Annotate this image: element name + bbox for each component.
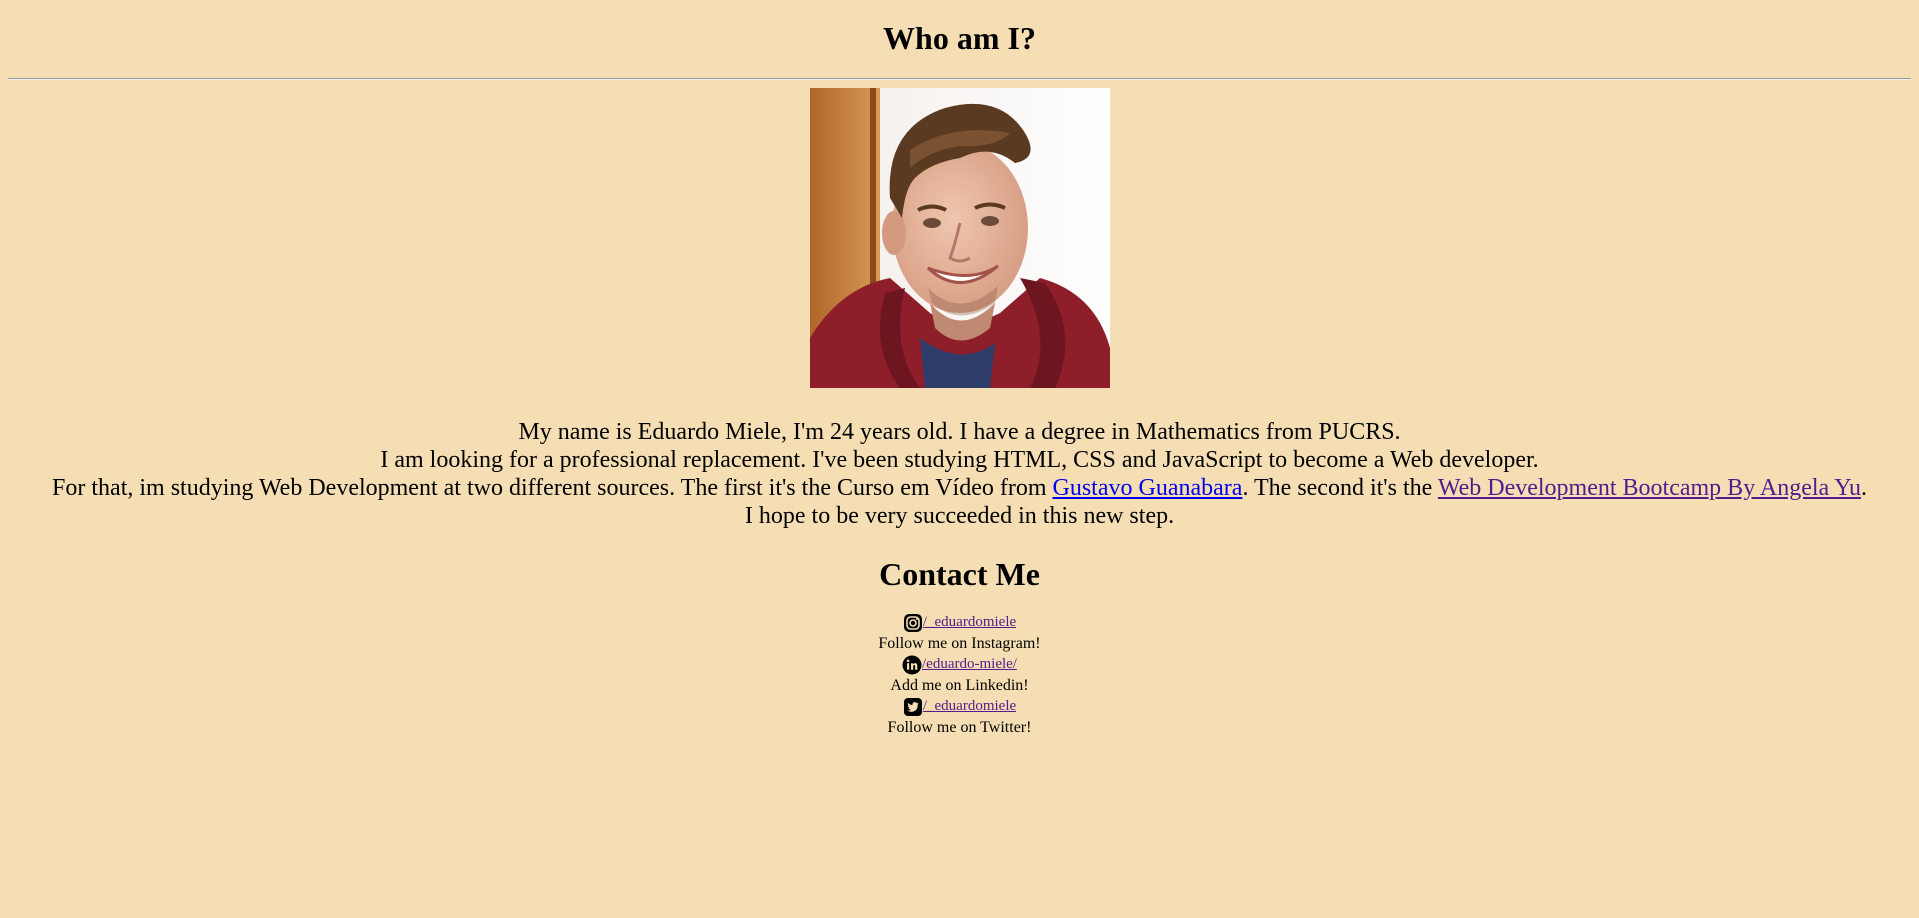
- gustavo-guanabara-link[interactable]: Gustavo Guanabara: [1053, 475, 1243, 501]
- divider: [8, 78, 1911, 80]
- contact-title: Contact Me: [879, 556, 1040, 592]
- instagram-contact: /_eduardomiele: [0, 612, 1919, 633]
- profile-photo: [809, 88, 1110, 388]
- linkedin-contact: /eduardo-miele/: [0, 654, 1919, 675]
- twitter-icon: [903, 698, 922, 716]
- twitter-link[interactable]: /_eduardomiele: [923, 696, 1016, 717]
- twitter-caption: Follow me on Twitter!: [887, 719, 1032, 736]
- bio-paragraph: My name is Eduardo Miele, I'm 24 years o…: [0, 418, 1919, 530]
- bio-line-1: My name is Eduardo Miele, I'm 24 years o…: [518, 419, 1401, 445]
- twitter-contact: /_eduardomiele: [0, 696, 1919, 717]
- angela-yu-bootcamp-link[interactable]: Web Development Bootcamp By Angela Yu: [1438, 475, 1861, 501]
- linkedin-link[interactable]: /eduardo-miele/: [922, 654, 1017, 675]
- instagram-caption: Follow me on Instagram!: [878, 635, 1041, 652]
- bio-line-3: For that, im studying Web Development at…: [0, 474, 1919, 502]
- page: Who am I? My name is Eduardo Miele, I'm …: [0, 0, 1919, 918]
- bio-line-3-post: .: [1860, 475, 1867, 501]
- bio-line-3-pre: For that, im studying Web Development at…: [52, 475, 1053, 501]
- linkedin-icon: [902, 655, 922, 675]
- contact-list: /_eduardomiele Follow me on Instagram! /…: [0, 612, 1919, 738]
- bio-line-4: I hope to be very succeeded in this new …: [744, 503, 1175, 529]
- page-title: Who am I?: [883, 20, 1036, 56]
- instagram-link[interactable]: /_eduardomiele: [923, 612, 1016, 633]
- linkedin-caption: Add me on Linkedin!: [890, 677, 1029, 694]
- instagram-icon: [903, 614, 922, 632]
- bio-line-3-mid: . The second it's the: [1242, 475, 1438, 501]
- profile-photo-image: [809, 88, 1110, 388]
- bio-line-2: I am looking for a professional replacem…: [380, 447, 1539, 473]
